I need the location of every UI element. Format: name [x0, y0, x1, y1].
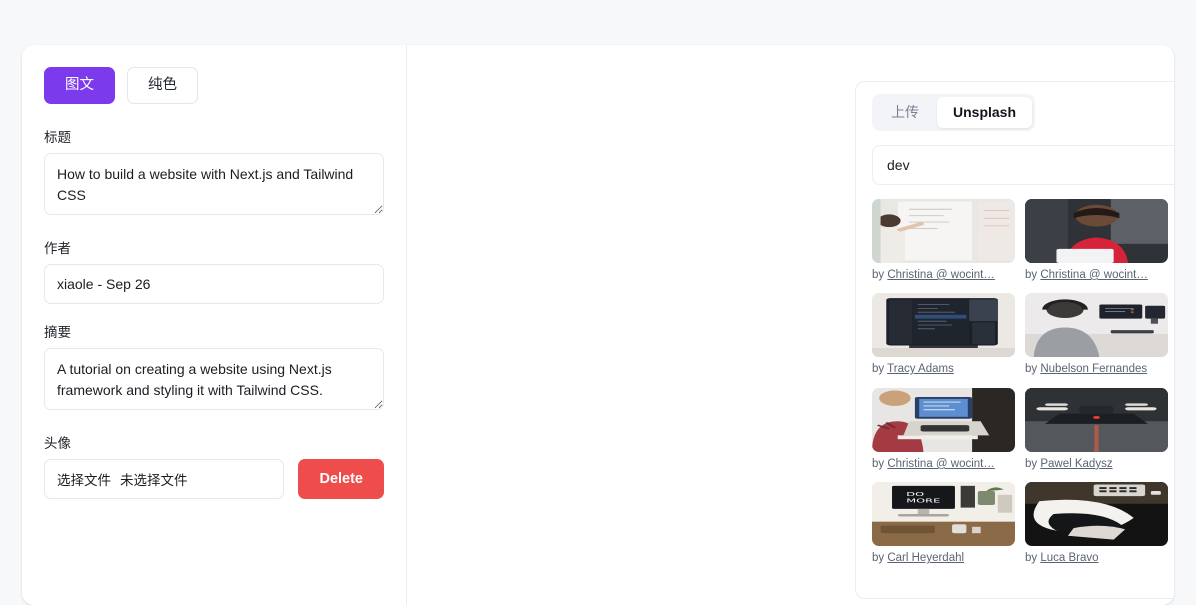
unsplash-result-thumbnail[interactable]	[1025, 482, 1168, 546]
unsplash-result-credit: by Luca Bravo	[1025, 551, 1168, 567]
unsplash-author-link[interactable]: Luca Bravo	[1040, 552, 1098, 564]
credit-prefix: by	[872, 363, 887, 375]
mode-tab-group: 图文 纯色	[44, 67, 384, 104]
unsplash-result-credit: by Pawel Kadysz	[1025, 457, 1168, 473]
no-file-selected-label: 未选择文件	[120, 469, 188, 489]
credit-prefix: by	[872, 458, 887, 470]
author-label: 作者	[44, 237, 384, 257]
unsplash-results-grid: by Christina @ wocint…by Christina @ woc…	[872, 199, 1174, 567]
unsplash-result-item[interactable]: DOMORE by Carl Heyerdahl	[872, 482, 1015, 567]
title-label: 标题	[44, 126, 384, 146]
delete-avatar-button[interactable]: Delete	[298, 459, 384, 499]
unsplash-result-thumbnail[interactable]	[872, 199, 1015, 263]
unsplash-result-thumbnail[interactable]	[1025, 293, 1168, 357]
unsplash-result-thumbnail[interactable]	[1025, 388, 1168, 452]
unsplash-author-link[interactable]: Pawel Kadysz	[1040, 458, 1112, 470]
unsplash-result-item[interactable]: by Pawel Kadysz	[1025, 388, 1168, 473]
unsplash-result-credit: by Christina @ wocint…	[872, 457, 1015, 473]
choose-file-label: 选择文件	[57, 469, 111, 489]
svg-text:MORE: MORE	[906, 499, 941, 505]
image-source-tab-group: 上传 Unsplash	[872, 94, 1035, 131]
unsplash-author-link[interactable]: Christina @ wocint…	[1040, 269, 1148, 281]
credit-prefix: by	[1025, 363, 1040, 375]
mode-tab-solid-color[interactable]: 纯色	[127, 67, 198, 104]
avatar-field-group: 头像 选择文件 未选择文件 Delete	[44, 432, 384, 499]
unsplash-author-link[interactable]: Carl Heyerdahl	[887, 552, 964, 564]
unsplash-result-item[interactable]: by Nubelson Fernandes	[1025, 293, 1168, 378]
tab-unsplash[interactable]: Unsplash	[937, 97, 1032, 128]
image-picker-content: 上传 Unsplash by Christina @ wocint…by Chr…	[856, 82, 1174, 598]
unsplash-author-link[interactable]: Nubelson Fernandes	[1040, 363, 1147, 375]
unsplash-result-credit: by Tracy Adams	[872, 362, 1015, 378]
unsplash-result-thumbnail[interactable]	[1025, 199, 1168, 263]
unsplash-author-link[interactable]: Tracy Adams	[887, 363, 954, 375]
avatar-row: 选择文件 未选择文件 Delete	[44, 459, 384, 499]
unsplash-result-thumbnail[interactable]	[872, 293, 1015, 357]
mode-tab-image-text[interactable]: 图文	[44, 67, 115, 104]
unsplash-result-credit: by Christina @ wocint…	[872, 268, 1015, 284]
credit-prefix: by	[1025, 552, 1040, 564]
image-picker-dialog: 上传 Unsplash by Christina @ wocint…by Chr…	[855, 81, 1174, 599]
title-field-group: 标题	[44, 126, 384, 220]
summary-input[interactable]	[44, 348, 384, 410]
unsplash-result-item[interactable]: by Tracy Adams	[872, 293, 1015, 378]
unsplash-result-thumbnail[interactable]	[872, 388, 1015, 452]
unsplash-author-link[interactable]: Christina @ wocint…	[887, 269, 995, 281]
svg-text:DO: DO	[906, 492, 924, 498]
editor-card: 图文 纯色 标题 作者 摘要 头像 选择文件 未选择文件 Delete	[22, 45, 1174, 605]
avatar-label: 头像	[44, 432, 384, 452]
unsplash-result-item[interactable]: by Christina @ wocint…	[1025, 199, 1168, 284]
author-input[interactable]	[44, 264, 384, 304]
unsplash-result-credit: by Nubelson Fernandes	[1025, 362, 1168, 378]
credit-prefix: by	[872, 269, 887, 281]
avatar-file-input[interactable]: 选择文件 未选择文件	[44, 459, 284, 499]
unsplash-author-link[interactable]: Christina @ wocint…	[887, 458, 995, 470]
credit-prefix: by	[1025, 269, 1040, 281]
credit-prefix: by	[872, 552, 887, 564]
preview-panel: 上传 Unsplash by Christina @ wocint…by Chr…	[407, 45, 1174, 605]
unsplash-result-item[interactable]: by Christina @ wocint…	[872, 388, 1015, 473]
unsplash-result-thumbnail[interactable]: DOMORE	[872, 482, 1015, 546]
tab-upload[interactable]: 上传	[875, 97, 935, 128]
unsplash-result-item[interactable]: by Luca Bravo	[1025, 482, 1168, 567]
title-input[interactable]	[44, 153, 384, 215]
post-settings-panel: 图文 纯色 标题 作者 摘要 头像 选择文件 未选择文件 Delete	[22, 45, 407, 605]
unsplash-result-item[interactable]: by Christina @ wocint…	[872, 199, 1015, 284]
author-field-group: 作者	[44, 237, 384, 304]
unsplash-search-input[interactable]	[872, 145, 1174, 185]
summary-label: 摘要	[44, 321, 384, 341]
unsplash-result-credit: by Carl Heyerdahl	[872, 551, 1015, 567]
credit-prefix: by	[1025, 458, 1040, 470]
unsplash-result-credit: by Christina @ wocint…	[1025, 268, 1168, 284]
summary-field-group: 摘要	[44, 321, 384, 415]
